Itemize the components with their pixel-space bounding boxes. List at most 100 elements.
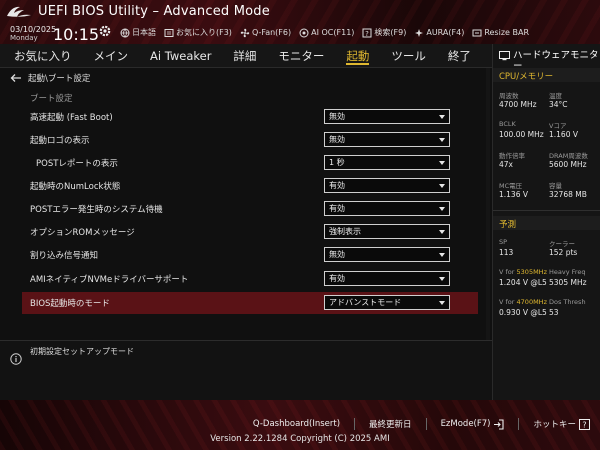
hw-value: 47x <box>499 160 513 169</box>
select-value: 無効 <box>329 112 345 121</box>
tool-favorites[interactable]: お気に入り(F3) <box>164 27 232 38</box>
setting-row-numlock[interactable]: 起動時のNumLock状態 有効 <box>22 175 478 197</box>
setting-row-boot-logo[interactable]: 起動ロゴの表示 無効 <box>22 129 478 151</box>
scrollbar[interactable] <box>486 68 490 340</box>
hw-label: Dos Thresh <box>549 298 586 306</box>
hw-value: 34°C <box>549 100 568 109</box>
app-title: UEFI BIOS Utility – Advanced Mode <box>38 4 270 19</box>
hw-value: 53 <box>549 308 559 317</box>
help-text: 初期設定セットアップモード <box>30 347 134 356</box>
menu-favorites[interactable]: お気に入り <box>14 44 72 67</box>
fast-boot-select[interactable]: 無効 <box>324 109 450 124</box>
select-value: 有効 <box>329 181 345 190</box>
select-value: 1 秒 <box>329 158 345 167</box>
tool-label: お気に入り(F3) <box>176 28 232 37</box>
tool-aura[interactable]: AURA(F4) <box>414 27 464 38</box>
main-menu: お気に入り メイン Ai Tweaker 詳細 モニター 起動 ツール 終了 <box>0 44 492 68</box>
menu-advanced[interactable]: 詳細 <box>233 44 256 67</box>
hotkey-button[interactable]: ホットキー ? <box>533 418 590 430</box>
tool-search[interactable]: ? 検索(F9) <box>362 27 406 38</box>
hw-label: 容量 <box>549 182 562 190</box>
setting-row-bios-mode[interactable]: BIOS起動時のモード アドバンストモード <box>22 292 478 314</box>
nvme-driver-select[interactable]: 有効 <box>324 271 450 286</box>
menu-ai-tweaker[interactable]: Ai Tweaker <box>150 44 211 67</box>
q-dashboard-button[interactable]: Q-Dashboard(Insert) <box>253 419 340 429</box>
menu-tool[interactable]: ツール <box>391 44 426 67</box>
hw-value: 5600 MHz <box>549 160 587 169</box>
ai-oc-icon <box>299 28 309 37</box>
divider <box>425 418 427 430</box>
hw-value: 32768 MB <box>549 190 587 199</box>
footer-label: 最終更新日 <box>369 420 412 430</box>
caret-down-icon <box>439 301 445 305</box>
setting-row-fast-boot[interactable]: 高速起動 (Fast Boot) 無効 <box>22 106 478 128</box>
tool-language[interactable]: 日本語 <box>120 27 156 38</box>
hw-value: 1.204 V @L5 <box>499 278 547 287</box>
setting-label: BIOS起動時のモード <box>30 299 110 309</box>
select-value: 有効 <box>329 204 345 213</box>
setting-row-post-error-wait[interactable]: POSTエラー発生時のシステム待機 有効 <box>22 198 478 220</box>
tool-label: AI OC(F11) <box>311 28 355 37</box>
bios-mode-select[interactable]: アドバンストモード <box>324 295 450 310</box>
setting-row-interrupt-signal[interactable]: 割り込み信号通知 無効 <box>22 244 478 266</box>
hw-label: BCLK <box>499 120 516 128</box>
tool-qfan[interactable]: Q-Fan(F6) <box>240 27 291 38</box>
numlock-select[interactable]: 有効 <box>324 178 450 193</box>
setting-label: 割り込み信号通知 <box>30 251 99 261</box>
post-report-select[interactable]: 1 秒 <box>324 155 450 170</box>
setting-row-option-rom[interactable]: オプションROMメッセージ 強制表示 <box>22 221 478 243</box>
boot-logo-select[interactable]: 無効 <box>324 132 450 147</box>
menu-exit[interactable]: 終了 <box>448 44 471 67</box>
tool-label: AURA(F4) <box>426 28 465 37</box>
last-modified-button[interactable]: 最終更新日 <box>369 418 412 430</box>
setting-label: AMIネイティブNVMeドライバーサポート <box>30 275 189 285</box>
setting-label: オプションROMメッセージ <box>30 228 135 238</box>
tool-label: Q-Fan(F6) <box>251 28 292 37</box>
footer-bar: Q-Dashboard(Insert) 最終更新日 EzMode(F7) ホット… <box>0 400 600 450</box>
gear-icon[interactable] <box>98 24 112 38</box>
menu-monitor[interactable]: モニター <box>278 44 324 67</box>
setting-label: POSTエラー発生時のシステム待機 <box>30 205 163 215</box>
cpu-section-title: CPU/メモリー <box>499 72 554 82</box>
menu-main[interactable]: メイン <box>94 44 129 67</box>
breadcrumb[interactable]: 起動\ブート設定 <box>10 72 90 84</box>
tool-ai-oc[interactable]: AI OC(F11) <box>299 27 354 38</box>
interrupt-signal-select[interactable]: 無効 <box>324 247 450 262</box>
favorite-icon <box>164 28 174 37</box>
hw-label: V for 5305MHz <box>499 268 547 276</box>
hw-label: V for 4700MHz <box>499 298 547 306</box>
setting-row-post-report[interactable]: POSTレポートの表示 1 秒 <box>22 152 478 174</box>
resize-bar-icon <box>472 29 482 36</box>
title-bar: UEFI BIOS Utility – Advanced Mode 03/10/… <box>0 0 600 44</box>
post-error-wait-select[interactable]: 有効 <box>324 201 450 216</box>
hw-value: 113 <box>499 248 514 257</box>
caret-down-icon <box>439 138 445 142</box>
hw-value: 1.136 V <box>499 190 528 199</box>
caret-down-icon <box>439 253 445 257</box>
menu-boot[interactable]: 起動 <box>346 44 370 67</box>
ezmode-button[interactable]: EzMode(F7) <box>441 418 505 430</box>
search-help-icon: ? <box>362 28 372 38</box>
back-arrow-icon[interactable] <box>10 73 22 83</box>
globe-icon <box>120 28 130 37</box>
hw-label: 動作倍率 <box>499 152 525 160</box>
day-display: Monday <box>10 34 38 42</box>
toolbar: 日本語 お気に入り(F3) Q-Fan(F6) AI OC(F11) ? 検索(… <box>120 27 529 38</box>
setting-row-nvme-driver[interactable]: AMIネイティブNVMeドライバーサポート 有効 <box>22 268 478 290</box>
footer-label: Q-Dashboard(Insert) <box>252 419 341 429</box>
caret-down-icon <box>439 184 445 188</box>
select-value: アドバンストモード <box>329 298 402 307</box>
divider <box>493 210 600 211</box>
hw-value: 1.160 V <box>549 130 578 139</box>
tool-resize-bar[interactable]: Resize BAR <box>472 27 529 38</box>
hw-label: SP <box>499 238 508 246</box>
setting-label: 起動ロゴの表示 <box>30 136 90 146</box>
hw-label: MC電圧 <box>499 182 523 190</box>
hw-label-highlight: 5305MHz <box>516 268 547 276</box>
footer-links: Q-Dashboard(Insert) 最終更新日 EzMode(F7) ホット… <box>253 418 590 430</box>
option-rom-select[interactable]: 強制表示 <box>324 224 450 239</box>
clock-display: 10:15 <box>53 25 100 44</box>
section-label: ブート設定 <box>30 94 73 104</box>
tool-label: 日本語 <box>132 28 156 37</box>
hw-label: Vコア <box>549 122 567 130</box>
